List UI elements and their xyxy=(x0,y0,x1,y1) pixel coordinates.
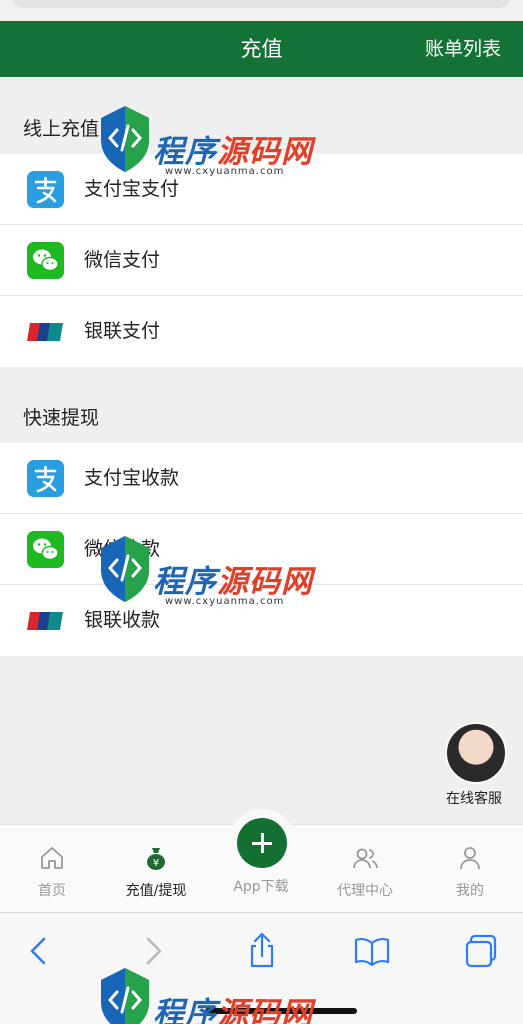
bookmarks-icon[interactable] xyxy=(352,931,392,971)
section-title-fast-withdraw: 快速提现 xyxy=(23,407,100,429)
plus-icon[interactable] xyxy=(237,818,287,868)
tab-mine[interactable]: 我的 xyxy=(420,843,520,900)
forward-icon[interactable] xyxy=(132,931,172,971)
customer-service-avatar-icon xyxy=(445,722,507,784)
wechat-icon xyxy=(27,531,64,568)
list-item-label: 银联支付 xyxy=(84,320,161,342)
list-item-unionpay-receive[interactable]: 银联收款 xyxy=(0,585,523,656)
alipay-icon xyxy=(27,460,64,497)
page-header: 充值 账单列表 xyxy=(0,21,523,77)
alipay-icon xyxy=(27,171,64,208)
online-recharge-list: 支付宝支付 微信支付 银联支付 xyxy=(0,154,523,367)
back-icon[interactable] xyxy=(20,931,60,971)
tab-recharge-withdraw[interactable]: ¥ 充值/提现 xyxy=(106,843,206,900)
list-item-unionpay-pay[interactable]: 银联支付 xyxy=(0,296,523,367)
list-item-label: 微信收款 xyxy=(84,538,161,560)
list-item-label: 银联收款 xyxy=(84,609,161,631)
users-icon xyxy=(353,848,378,869)
list-item-label: 微信支付 xyxy=(84,249,161,271)
list-item-label: 支付宝支付 xyxy=(84,178,180,200)
unionpay-icon xyxy=(27,323,63,341)
list-item-label: 支付宝收款 xyxy=(84,467,180,489)
tabs-icon[interactable] xyxy=(462,931,502,971)
user-icon xyxy=(460,847,480,870)
customer-service-label: 在线客服 xyxy=(446,791,502,807)
share-icon[interactable] xyxy=(242,931,282,971)
browser-url-bar-edge xyxy=(0,0,523,21)
tab-label: 我的 xyxy=(456,883,484,899)
bill-list-link[interactable]: 账单列表 xyxy=(425,21,501,77)
unionpay-icon xyxy=(27,612,63,630)
tab-label: App下载 xyxy=(233,879,289,895)
bottom-tab-bar: 首页 ¥ 充值/提现 App下载 代理中心 我的 xyxy=(0,809,523,912)
browser-toolbar xyxy=(0,912,523,1024)
list-item-alipay-pay[interactable]: 支付宝支付 xyxy=(0,154,523,225)
tab-label: 首页 xyxy=(38,883,66,899)
svg-text:¥: ¥ xyxy=(153,858,159,869)
customer-service-button[interactable]: 在线客服 xyxy=(444,722,508,808)
tab-label: 充值/提现 xyxy=(125,883,187,899)
tab-label: 代理中心 xyxy=(337,883,393,899)
fast-withdraw-list: 支付宝收款 微信收款 银联收款 xyxy=(0,443,523,656)
home-indicator xyxy=(205,1008,357,1014)
tab-home[interactable]: 首页 xyxy=(2,843,102,900)
home-icon xyxy=(41,847,63,869)
tab-agent-center[interactable]: 代理中心 xyxy=(315,843,415,900)
money-bag-icon: ¥ xyxy=(147,848,165,870)
list-item-wechat-pay[interactable]: 微信支付 xyxy=(0,225,523,296)
list-item-wechat-receive[interactable]: 微信收款 xyxy=(0,514,523,585)
wechat-icon xyxy=(27,242,64,279)
section-title-online-recharge: 线上充值 xyxy=(23,118,100,140)
list-item-alipay-receive[interactable]: 支付宝收款 xyxy=(0,443,523,514)
